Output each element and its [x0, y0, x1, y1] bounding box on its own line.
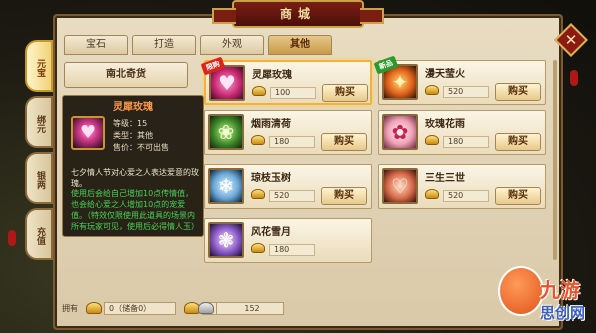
window-title: 商城 — [212, 0, 384, 28]
category-item-curios[interactable]: 南北奇货 — [64, 62, 188, 88]
buy-button[interactable]: 购买 — [495, 187, 541, 205]
rose-heart-icon: ♥ — [71, 116, 105, 150]
currency-bar: 拥有 0（储备0） 0 152 — [60, 300, 560, 320]
item-name: 漫天莹火 — [425, 69, 465, 80]
buy-button[interactable]: 购买 — [495, 133, 541, 151]
category-tabs: 宝石 打造 外观 其他 — [64, 35, 332, 55]
item-price: 180 — [269, 244, 315, 256]
item-price: 520 — [443, 86, 489, 98]
item-name: 三生三世 — [425, 173, 465, 184]
snow-flower-icon: ❃ — [208, 222, 244, 258]
gold-ingot-icon — [252, 86, 266, 96]
side-tab-silver[interactable]: 银两 — [25, 152, 53, 204]
tooltip-type: 类型：其他 — [113, 131, 153, 140]
watermark-line1: 九游 — [540, 278, 580, 302]
side-tab-bound-yuanbao[interactable]: 绑元 — [25, 96, 53, 148]
gold-ingot-icon — [425, 189, 439, 199]
item-price: 520 — [269, 190, 315, 202]
side-tab-recharge[interactable]: 充值 — [25, 208, 53, 260]
tab-forge[interactable]: 打造 — [132, 35, 196, 55]
item-price: 180 — [443, 136, 489, 148]
watermark-line2: 思创网 — [540, 304, 586, 322]
silver-icon — [198, 302, 214, 314]
owned-label: 拥有 — [62, 304, 78, 313]
tab-other[interactable]: 其他 — [268, 35, 332, 55]
item-card[interactable]: ♥ 限购 灵犀玫瑰 100 购买 — [200, 56, 372, 105]
gold-ingot-icon — [425, 135, 439, 145]
side-tab-yuanbao[interactable]: 元宝 — [25, 40, 53, 92]
tooltip-effect: 使用后会给自己增加10点传情值，也会给心爱之人增加10点的宠爱值。（特效仅限使用… — [71, 189, 199, 231]
item-name: 琼枝玉树 — [251, 173, 291, 184]
mascot-icon — [498, 266, 544, 316]
item-name: 玫瑰花雨 — [425, 119, 465, 130]
tooltip-description: 七夕情人节对心爱之人表达爱意的玫瑰。 — [71, 168, 199, 188]
tooltip-title: 灵犀玫瑰 — [113, 102, 153, 113]
heart-swirl-icon: ♡ — [382, 168, 418, 204]
item-name: 烟雨清荷 — [251, 119, 291, 130]
item-name: 灵犀玫瑰 — [252, 70, 292, 81]
yuanbao-amount: 0（储备0） — [104, 302, 176, 315]
item-price: 520 — [443, 190, 489, 202]
item-card[interactable]: ✿ 玫瑰花雨 180 购买 — [378, 110, 546, 155]
silver-amount: 152 — [216, 302, 284, 315]
item-price: 100 — [270, 87, 316, 99]
item-card[interactable]: ♡ 三生三世 520 购买 — [378, 164, 546, 209]
buy-button[interactable]: 购买 — [495, 83, 541, 101]
buy-button[interactable]: 购买 — [321, 133, 367, 151]
item-card[interactable]: ✦ 新品 漫天莹火 520 购买 — [373, 55, 546, 105]
item-card[interactable]: ❀ 烟雨清荷 180 购买 — [204, 110, 372, 155]
rose-rain-icon: ✿ — [382, 114, 418, 150]
gold-ingot-icon — [425, 85, 439, 95]
gold-ingot-icon — [251, 189, 265, 199]
watermark-logo: 九游 思创网 — [496, 262, 592, 330]
lantern-decoration — [570, 70, 578, 86]
item-card[interactable]: ❃ 风花雪月 180 — [204, 218, 372, 263]
tooltip-level: 等级：15 — [113, 119, 148, 128]
tab-appearance[interactable]: 外观 — [200, 35, 264, 55]
lotus-icon: ❀ — [208, 114, 244, 150]
yuanbao-icon — [86, 302, 102, 314]
item-price: 180 — [269, 136, 315, 148]
gold-ingot-icon — [251, 135, 265, 145]
buy-button[interactable]: 购买 — [321, 187, 367, 205]
item-card[interactable]: ❄ 琼枝玉树 520 购买 — [204, 164, 372, 209]
buy-button[interactable]: 购买 — [322, 84, 368, 102]
jade-tree-icon: ❄ — [208, 168, 244, 204]
tooltip-price: 售价：不可出售 — [113, 143, 169, 152]
item-tooltip: 灵犀玫瑰 ♥ 等级：15 类型：其他 售价：不可出售 七夕情人节对心爱之人表达爱… — [62, 95, 204, 237]
lantern-decoration — [8, 230, 16, 246]
scrollbar[interactable] — [553, 60, 557, 260]
tab-gems[interactable]: 宝石 — [64, 35, 128, 55]
item-name: 风花雪月 — [251, 227, 291, 238]
close-icon: ✕ — [564, 31, 578, 49]
gold-ingot-icon — [251, 243, 265, 253]
